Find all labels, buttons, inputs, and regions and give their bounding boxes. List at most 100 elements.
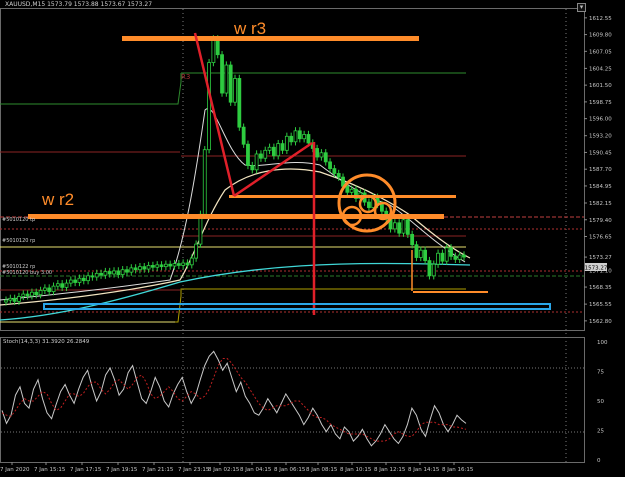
candle-body xyxy=(237,78,242,128)
stoch-tick-label: 50 xyxy=(597,399,604,405)
candle-body xyxy=(233,78,237,103)
candle-body xyxy=(224,64,229,94)
order-label[interactable]: #5010120 buy 3.00 xyxy=(2,270,52,276)
candle-body xyxy=(449,247,453,257)
candle-body xyxy=(328,161,332,169)
candle-body xyxy=(444,247,449,262)
label-wr2: w r2 xyxy=(42,190,75,209)
candle-body xyxy=(315,148,319,158)
candle-body xyxy=(250,165,255,171)
candles-series xyxy=(4,35,466,306)
candle-body xyxy=(418,249,423,258)
candle-body xyxy=(185,262,190,266)
candle-body xyxy=(267,146,272,151)
time-tick-label: 8 Jan 04:15 xyxy=(240,467,272,473)
price-tick-label: 1579.40 xyxy=(589,218,612,224)
candle-body xyxy=(254,153,259,171)
current-price-tag: 1573.27 xyxy=(585,266,608,272)
candle-body xyxy=(129,267,134,273)
candle-body xyxy=(336,173,341,178)
candle-body xyxy=(181,262,186,266)
candle-body xyxy=(120,269,125,275)
candle-body xyxy=(367,201,371,208)
candle-body xyxy=(99,272,103,276)
price-tick-label: 1584.95 xyxy=(589,184,612,190)
candle-body xyxy=(349,188,354,193)
candle-body xyxy=(436,252,440,265)
cyan-moving-average xyxy=(0,262,471,321)
candle-body xyxy=(77,277,82,283)
candle-body xyxy=(332,168,337,174)
candle-body xyxy=(138,266,142,271)
label-r3: R3 xyxy=(181,73,191,81)
candle-body xyxy=(17,296,21,302)
annotation-bar-low xyxy=(413,291,488,293)
candle-body xyxy=(64,282,69,288)
order-label[interactable]: #5010120 tp xyxy=(2,217,35,223)
candle-body xyxy=(397,222,402,234)
price-tick-label: 1573.27 xyxy=(589,255,612,261)
stoch-tick-label: 25 xyxy=(597,429,604,435)
stoch-label: Stoch(14,3,3) 31.3920 26.2849 xyxy=(3,339,90,345)
candle-body xyxy=(263,149,268,159)
stoch-tick-label: 100 xyxy=(597,340,608,346)
candle-body xyxy=(55,283,60,287)
time-tick-label: 8 Jan 02:15 xyxy=(208,467,240,473)
candle-body xyxy=(440,252,445,262)
order-label[interactable]: #5010120 rp xyxy=(2,238,35,244)
candle-body xyxy=(8,297,13,301)
candle-body xyxy=(34,291,39,296)
candle-body xyxy=(380,204,384,212)
candle-body xyxy=(194,243,199,259)
candle-body xyxy=(125,269,129,273)
candle-body xyxy=(146,265,151,270)
symbol-title: XAUUSD,M15 xyxy=(5,1,46,8)
price-tick-label: 1598.75 xyxy=(589,100,612,106)
candle-body xyxy=(94,272,99,278)
candle-body xyxy=(133,267,138,271)
candle-body xyxy=(392,222,397,230)
candle-body xyxy=(423,249,428,261)
pivot-step-line xyxy=(0,73,182,105)
time-tick-label: 7 Jan 19:15 xyxy=(106,467,138,473)
candle-body xyxy=(289,135,294,143)
price-tick-label: 1612.55 xyxy=(589,16,612,22)
candle-body xyxy=(427,260,432,277)
label-wr3: w r3 xyxy=(234,19,267,38)
candle-body xyxy=(297,130,302,140)
chart-window[interactable]: 1612.55 1609.80 1607.05 1604.25 1601.50 1598.… xyxy=(0,0,625,477)
time-tick-label: 7 Jan 21:15 xyxy=(142,467,174,473)
time-axis: 7 Jan 2020 7 Jan 15:15 7 Jan 17:15 7 Jan 19… xyxy=(0,462,474,473)
candle-body xyxy=(271,146,276,157)
candle-body xyxy=(163,263,168,268)
candle-body xyxy=(280,143,285,151)
chart-canvas[interactable]: 1612.55 1609.80 1607.05 1604.25 1601.50 1598.… xyxy=(0,0,625,477)
stoch-axis: 100 75 50 25 0 xyxy=(597,340,608,464)
blue-zone-rectangle xyxy=(43,303,551,310)
price-axis: 1612.55 1609.80 1607.05 1604.25 1601.50 1598.… xyxy=(584,16,612,325)
candle-body xyxy=(107,271,112,275)
annotation-bar-wr3 xyxy=(122,36,419,41)
candle-body xyxy=(168,263,173,267)
price-tick-label: 1609.80 xyxy=(589,33,612,39)
chart-control-button[interactable]: ▾ xyxy=(577,3,586,12)
candle-body xyxy=(259,153,263,159)
candle-body xyxy=(405,219,410,235)
candle-body xyxy=(86,275,90,282)
candle-body xyxy=(401,219,406,234)
time-tick-label: 8 Jan 16:15 xyxy=(442,467,474,473)
candle-body xyxy=(202,149,207,215)
candle-body xyxy=(207,62,211,151)
candle-body xyxy=(345,185,350,193)
stoch-tick-label: 75 xyxy=(597,370,604,376)
time-tick-label: 7 Jan 17:15 xyxy=(70,467,102,473)
candle-body xyxy=(42,287,47,291)
candle-body xyxy=(30,291,34,297)
candle-body xyxy=(47,287,52,293)
candle-body xyxy=(284,135,289,151)
price-tick-label: 1582.15 xyxy=(589,201,612,207)
candle-body xyxy=(90,275,95,278)
annotation-bar-mid xyxy=(229,195,456,198)
time-tick-label: 8 Jan 12:15 xyxy=(374,467,406,473)
candle-body xyxy=(21,293,26,297)
